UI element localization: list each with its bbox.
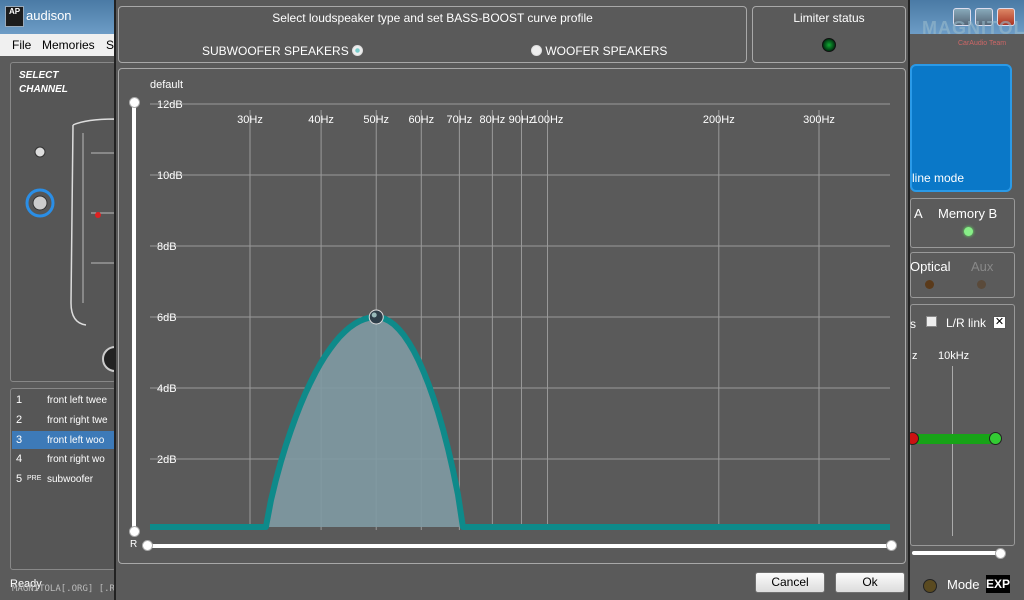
bass-boost-chart: 12dB 10dB 8dB 6dB 4dB 2dB 30Hz 40Hz 50Hz 60Hz 70Hz… bbox=[150, 99, 890, 530]
x-tick-label: 90Hz bbox=[509, 114, 535, 126]
y-tick-label: 10dB bbox=[157, 170, 183, 182]
x-tick-label: 80Hz bbox=[480, 114, 506, 126]
y-tick-label: 4dB bbox=[157, 383, 177, 395]
boost-peak-handle[interactable] bbox=[368, 309, 384, 325]
y-tick-label: 8dB bbox=[157, 241, 177, 253]
x-tick-label: 70Hz bbox=[447, 114, 473, 126]
boost-curve-line bbox=[150, 314, 890, 530]
cancel-button[interactable]: Cancel bbox=[755, 572, 825, 593]
y-tick-label: 2dB bbox=[157, 454, 177, 466]
x-tick-label: 60Hz bbox=[408, 114, 434, 126]
y-tick-label: 12dB bbox=[157, 99, 183, 111]
x-tick-label: 300Hz bbox=[803, 114, 835, 126]
x-tick-label: 30Hz bbox=[237, 114, 263, 126]
x-tick-label: 100Hz bbox=[532, 114, 564, 126]
x-tick-label: 200Hz bbox=[703, 114, 735, 126]
x-tick-label: 50Hz bbox=[363, 114, 389, 126]
y-tick-label: 6dB bbox=[157, 312, 177, 324]
x-tick-label: 40Hz bbox=[308, 114, 334, 126]
ok-button[interactable]: Ok bbox=[835, 572, 905, 593]
boost-peak-highlight bbox=[371, 312, 377, 318]
